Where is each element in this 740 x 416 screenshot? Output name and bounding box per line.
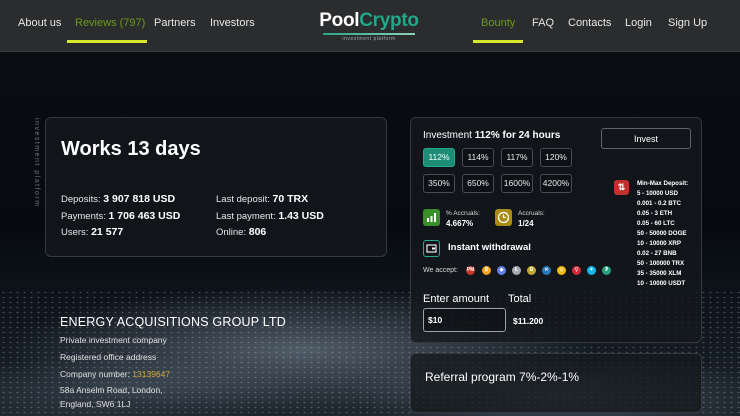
invest-button[interactable]: Invest xyxy=(601,128,691,149)
chart-icon xyxy=(423,209,440,226)
nav-faq[interactable]: FAQ xyxy=(532,17,554,29)
nav-bounty[interactable]: Bounty xyxy=(481,17,515,29)
tron-icon: ▽ xyxy=(572,266,581,275)
nav-investors[interactable]: Investors xyxy=(210,17,255,29)
min-max-item: 10 - 10000 XRP xyxy=(637,240,682,247)
tether-icon: ₮ xyxy=(602,266,611,275)
stat-last-payment: Last payment: 1.43 USD xyxy=(216,210,324,222)
nav-bounty-underline xyxy=(473,40,523,43)
top-navigation: About us Reviews (797) Partners Investor… xyxy=(0,0,740,52)
min-max-item: 50 - 50000 DOGE xyxy=(637,230,687,237)
accruals-pct-label: % Accruals: xyxy=(446,210,480,217)
min-max-item: 10 - 10000 USDT xyxy=(637,280,686,287)
wallet-icon xyxy=(423,240,440,257)
dogecoin-icon: Ð xyxy=(527,266,536,275)
ripple-icon: ✕ xyxy=(542,266,551,275)
min-max-item: 35 - 35000 XLM xyxy=(637,270,682,277)
logo-pool: Pool xyxy=(319,10,360,31)
stellar-icon: ✦ xyxy=(587,266,596,275)
instant-withdrawal: Instant withdrawal xyxy=(448,242,531,253)
rate-option[interactable]: 650% xyxy=(462,174,494,193)
we-accept-label: We accept: xyxy=(423,267,458,274)
stats-panel: Works 13 days Deposits: 3 907 818 USD Pa… xyxy=(45,117,387,257)
amount-input[interactable] xyxy=(423,308,506,332)
company-info: ENERGY ACQUISITIONS GROUP LTD Private in… xyxy=(60,315,286,409)
accruals-label: Accruals: xyxy=(518,210,545,217)
bitcoin-icon: ₿ xyxy=(482,266,491,275)
logo-bar xyxy=(323,33,415,35)
logo-tagline: investment platform xyxy=(342,36,396,42)
invest-panel: Investment 112% for 24 hours Invest 112%… xyxy=(410,117,702,343)
min-max-item: 0.02 - 27 BNB xyxy=(637,250,677,257)
rate-option[interactable]: 120% xyxy=(540,148,572,167)
stat-payments: Payments: 1 706 463 USD xyxy=(61,210,181,222)
accruals-pct-value: 4.667% xyxy=(446,219,474,228)
perfect-money-icon: PM xyxy=(466,266,475,275)
min-max-title: Min-Max Deposit: xyxy=(637,180,689,187)
nav-about-us[interactable]: About us xyxy=(18,17,61,29)
company-number-link[interactable]: 13139647 xyxy=(132,369,170,379)
nav-partners[interactable]: Partners xyxy=(154,17,196,29)
referral-program-text: Referral program 7%-2%-1% xyxy=(425,370,580,384)
stat-deposits: Deposits: 3 907 818 USD xyxy=(61,193,176,205)
company-address-2: England, SW6 1LJ xyxy=(60,399,131,409)
rate-option[interactable]: 350% xyxy=(423,174,455,193)
nav-reviews-underline xyxy=(67,40,147,43)
rate-option[interactable]: 112% xyxy=(423,148,455,167)
logo[interactable]: PoolCrypto investment platform xyxy=(319,10,419,42)
rate-option[interactable]: 117% xyxy=(501,148,533,167)
min-max-item: 5 - 10000 USD xyxy=(637,190,678,197)
litecoin-icon: Ł xyxy=(512,266,521,275)
clock-icon xyxy=(495,209,512,226)
accruals-value: 1/24 xyxy=(518,219,534,228)
stat-last-deposit: Last deposit: 70 TRX xyxy=(216,193,309,205)
stat-online: Online: 806 xyxy=(216,226,267,238)
min-max-item: 0.05 - 3 ETH xyxy=(637,210,673,217)
company-address-1: 58a Anselm Road, London, xyxy=(60,385,163,395)
logo-crypto: Crypto xyxy=(359,10,419,31)
min-max-item: 50 - 100000 TRX xyxy=(637,260,685,267)
investment-heading: Investment 112% for 24 hours xyxy=(423,130,561,141)
transfer-icon: ⇅ xyxy=(614,180,629,195)
vertical-caption: investment platform xyxy=(33,118,40,208)
referral-panel: Referral program 7%-2%-1% xyxy=(410,353,702,413)
company-registered: Registered office address xyxy=(60,352,157,362)
stat-users: Users: 21 577 xyxy=(61,226,124,238)
company-type: Private investment company xyxy=(60,335,167,345)
ethereum-icon: ◆ xyxy=(497,266,506,275)
min-max-item: 0.05 - 60 LTC xyxy=(637,220,675,227)
total-label: Total xyxy=(508,293,532,305)
nav-sign-up[interactable]: Sign Up xyxy=(668,17,707,29)
company-name: ENERGY ACQUISITIONS GROUP LTD xyxy=(60,315,286,329)
min-max-item: 0.001 - 0.2 BTC xyxy=(637,200,682,207)
nav-contacts[interactable]: Contacts xyxy=(568,17,611,29)
rate-option[interactable]: 4200% xyxy=(540,174,572,193)
company-number: Company number: 13139647 xyxy=(60,369,171,379)
enter-amount-label: Enter amount xyxy=(423,293,490,305)
works-days-title: Works 13 days xyxy=(61,138,201,160)
nav-reviews[interactable]: Reviews (797) xyxy=(75,17,145,29)
bnb-icon: ◇ xyxy=(557,266,566,275)
rate-option[interactable]: 1600% xyxy=(501,174,533,193)
rate-option[interactable]: 114% xyxy=(462,148,494,167)
total-value: $11.200 xyxy=(513,316,544,326)
nav-login[interactable]: Login xyxy=(625,17,652,29)
